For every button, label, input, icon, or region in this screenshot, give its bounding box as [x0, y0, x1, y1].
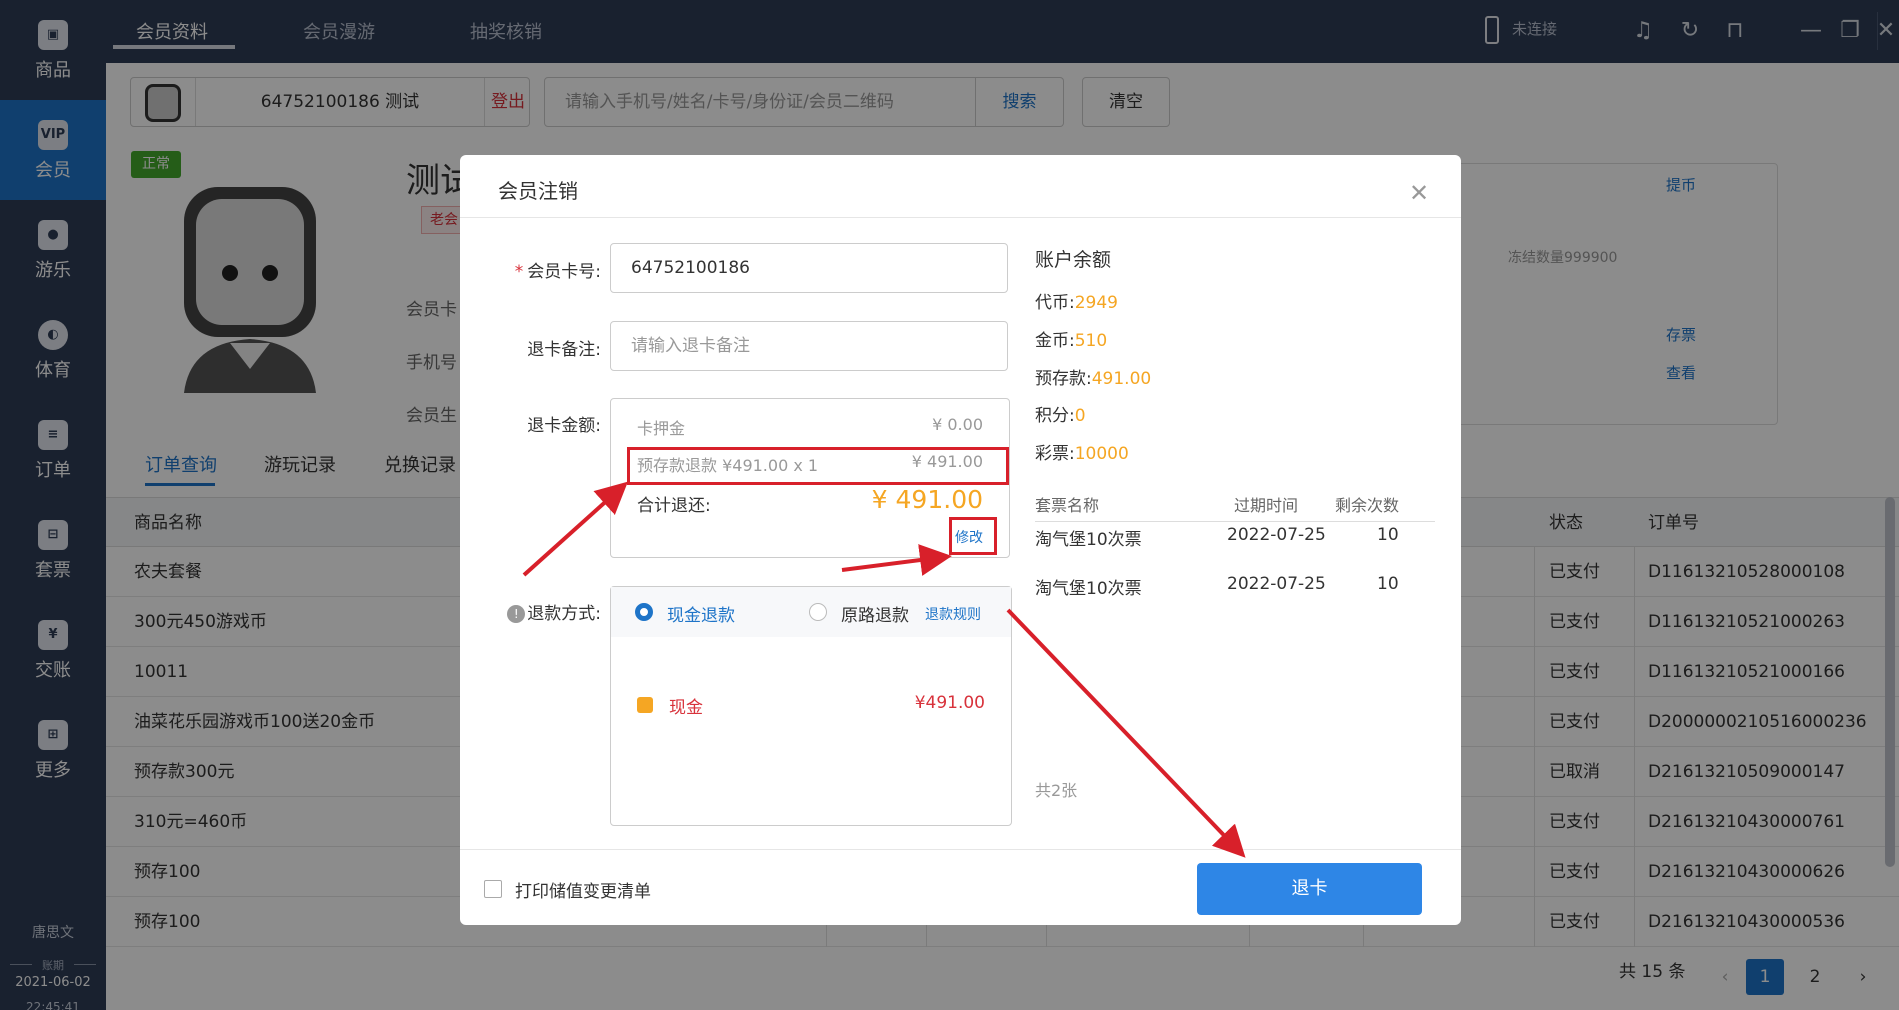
wallet-icon	[637, 697, 653, 713]
refund-method-label: ! 退款方式:	[507, 599, 601, 624]
refund-card-button[interactable]: 退卡	[1197, 863, 1422, 915]
total-refund-value: ¥ 491.00	[871, 485, 983, 514]
balance-prepay: 预存款:491.00	[1035, 369, 1152, 389]
info-icon: !	[507, 605, 526, 623]
original-refund-radio[interactable]	[809, 603, 827, 621]
refund-amount-label: 退卡金额:	[527, 416, 601, 436]
package-count: 共2张	[1035, 781, 1078, 800]
refund-method-box: 现金退款 原路退款 退款规则 现金 ¥491.00	[610, 586, 1012, 826]
deposit-value: ¥ 0.00	[932, 415, 983, 434]
balance-token: 代币:2949	[1035, 293, 1118, 313]
balance-title: 账户余额	[1035, 249, 1112, 271]
balance-points: 积分:0	[1035, 406, 1086, 426]
refund-rules-link[interactable]: 退款规则	[925, 604, 981, 624]
close-icon[interactable]: ✕	[1409, 179, 1429, 207]
cash-label: 现金	[669, 698, 703, 718]
package-row: 淘气堡10次票 2022-07-25 10	[1035, 574, 1399, 599]
deposit-label: 卡押金	[637, 419, 686, 438]
balance-lottery: 彩票:10000	[1035, 444, 1129, 464]
prepay-highlight-box	[627, 447, 1009, 485]
cash-refund-radio[interactable]	[635, 603, 653, 621]
modify-highlight-box	[949, 517, 997, 555]
total-refund-label: 合计退还:	[637, 496, 711, 516]
original-refund-option[interactable]: 原路退款	[841, 601, 909, 626]
package-row: 淘气堡10次票 2022-07-25 10	[1035, 525, 1399, 550]
card-no-field[interactable]: 64752100186	[610, 243, 1008, 293]
card-no-label: * 会员卡号:	[514, 262, 601, 282]
method-options: 现金退款 原路退款 退款规则	[611, 587, 1011, 637]
dialog-title: 会员注销	[498, 179, 578, 203]
footer-divider	[460, 849, 1461, 850]
remark-label: 退卡备注:	[527, 340, 601, 360]
balance-coin: 金币:510	[1035, 331, 1108, 351]
dialog-divider	[460, 217, 1461, 218]
print-label[interactable]: 打印储值变更清单	[515, 877, 651, 902]
remark-input[interactable]: 请输入退卡备注	[610, 321, 1008, 371]
cash-refund-option[interactable]: 现金退款	[667, 601, 735, 626]
package-table-header: 套票名称 过期时间 剩余次数	[1035, 490, 1435, 522]
print-checkbox[interactable]	[484, 880, 502, 898]
cash-value: ¥491.00	[914, 693, 985, 713]
